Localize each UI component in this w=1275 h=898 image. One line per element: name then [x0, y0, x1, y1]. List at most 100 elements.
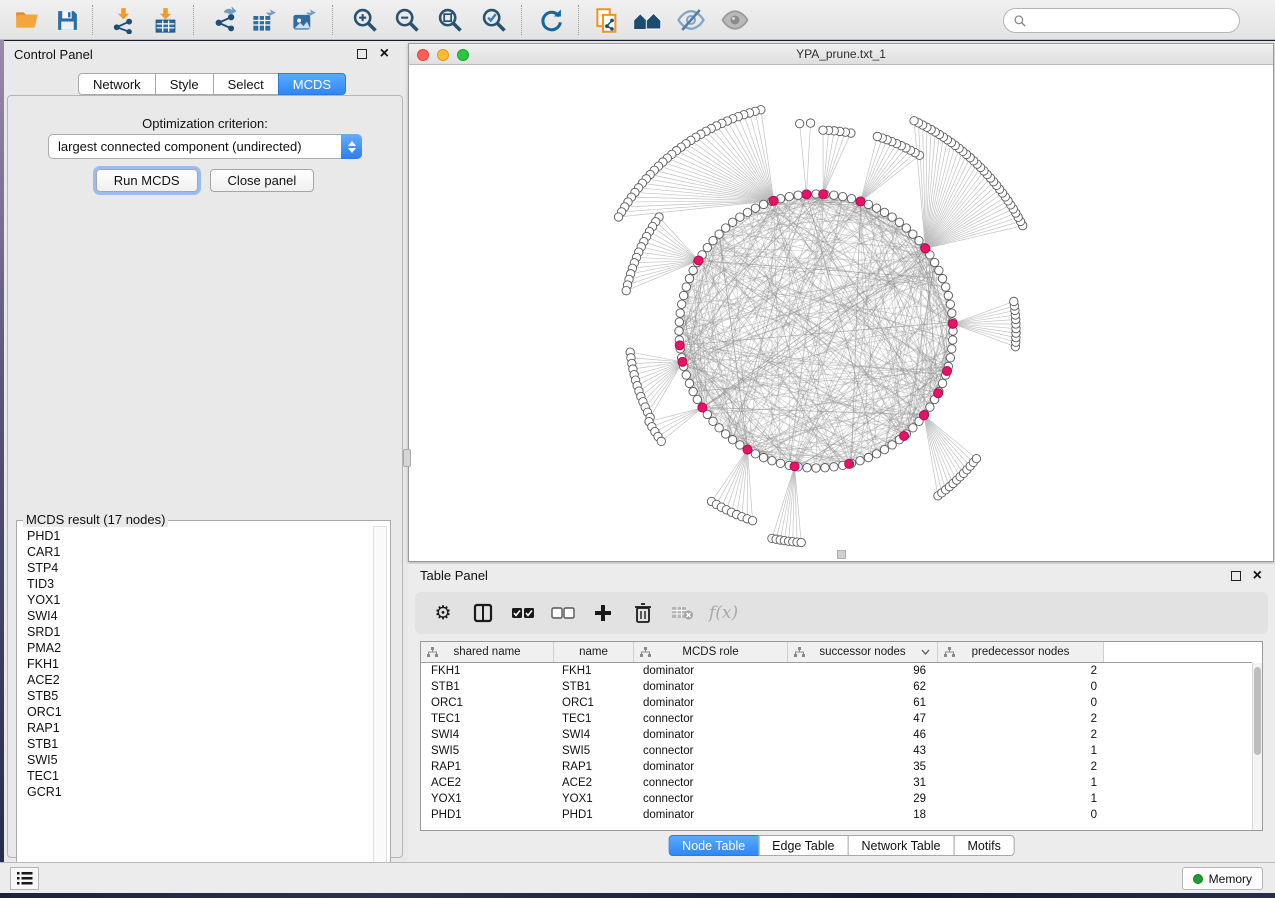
table-scrollbar[interactable] — [1252, 663, 1262, 830]
table-row[interactable]: FKH1FKH1dominator962 — [421, 663, 1252, 679]
export-network-button[interactable] — [206, 3, 244, 37]
task-history-button[interactable] — [10, 867, 39, 890]
mcds-result-item[interactable]: CAR1 — [18, 544, 373, 560]
mcds-result-item[interactable]: STB5 — [18, 688, 373, 704]
show-columns-button[interactable] — [465, 596, 501, 630]
column-header-shared-name[interactable]: shared name — [421, 642, 554, 662]
export-table-button[interactable] — [244, 3, 282, 37]
search-input[interactable] — [1027, 11, 1239, 31]
table-row[interactable]: SWI4SWI4dominator462 — [421, 727, 1252, 743]
column-header-name[interactable]: name — [554, 642, 634, 662]
mcds-result-item[interactable]: PHD1 — [18, 528, 373, 544]
unselect-all-columns-button[interactable] — [545, 596, 581, 630]
dropdown-stepper-icon — [341, 134, 362, 159]
table-panel-title: Table Panel — [408, 568, 488, 583]
mcds-result-item[interactable]: FKH1 — [18, 656, 373, 672]
tab-motifs[interactable]: Motifs — [953, 835, 1014, 856]
hide-selected-button[interactable] — [672, 3, 710, 37]
mcds-result-item[interactable]: SWI5 — [18, 752, 373, 768]
close-panel-icon[interactable]: × — [1253, 566, 1262, 586]
network-window-titlebar[interactable]: YPA_prune.txt_1 — [409, 44, 1273, 65]
first-neighbors-button[interactable] — [628, 3, 666, 37]
table-row[interactable]: TEC1TEC1connector472 — [421, 711, 1252, 727]
mcds-result-item[interactable]: RAP1 — [18, 720, 373, 736]
horizontal-splitter-grip[interactable] — [837, 550, 846, 559]
toolbar-separator — [521, 5, 522, 35]
vertical-splitter-grip[interactable] — [403, 449, 411, 467]
tab-mcds[interactable]: MCDS — [278, 73, 346, 95]
mcds-result-item[interactable]: YOX1 — [18, 592, 373, 608]
table-cell: TEC1 — [554, 711, 634, 727]
table-scrollbar-thumb[interactable] — [1254, 667, 1261, 755]
zoom-selected-button[interactable] — [475, 3, 513, 37]
mcds-result-item[interactable]: ORC1 — [18, 704, 373, 720]
node-table: shared name name MCDS role successor nod… — [420, 641, 1263, 831]
delete-column-button[interactable] — [625, 596, 661, 630]
mcds-result-item[interactable]: TID3 — [18, 576, 373, 592]
table-cell: SWI4 — [421, 727, 554, 743]
mcds-result-item[interactable]: TEC1 — [18, 768, 373, 784]
show-all-button[interactable] — [716, 3, 754, 37]
mcds-result-item[interactable]: GCR1 — [18, 784, 373, 800]
column-header-successor-nodes[interactable]: successor nodes — [788, 642, 938, 662]
table-cell: 46 — [788, 727, 938, 743]
create-column-button[interactable] — [585, 596, 621, 630]
save-session-button[interactable] — [48, 3, 86, 37]
mcds-result-list[interactable]: PHD1CAR1STP4TID3YOX1SWI4SRD1PMA2FKH1ACE2… — [18, 528, 373, 878]
table-row[interactable]: PHD1PHD1dominator180 — [421, 807, 1252, 823]
table-cell: 96 — [788, 663, 938, 679]
table-cell: 35 — [788, 759, 938, 775]
table-cell: 1 — [938, 775, 1104, 791]
right-column: YPA_prune.txt_1 Table Panel × ⚙ — [407, 41, 1275, 862]
optimization-criterion-label: Optimization criterion: — [8, 116, 402, 131]
import-table-button[interactable] — [146, 3, 184, 37]
table-row[interactable]: STB1STB1dominator620 — [421, 679, 1252, 695]
run-mcds-button[interactable]: Run MCDS — [96, 169, 198, 192]
tab-edge-table[interactable]: Edge Table — [758, 835, 848, 856]
mcds-result-item[interactable]: STP4 — [18, 560, 373, 576]
mcds-result-item[interactable]: SWI4 — [18, 608, 373, 624]
table-row[interactable]: YOX1YOX1connector291 — [421, 791, 1252, 807]
zoom-out-button[interactable] — [388, 3, 426, 37]
tab-select[interactable]: Select — [213, 73, 279, 95]
checked-boxes-icon — [511, 606, 535, 620]
import-network-button[interactable] — [104, 3, 142, 37]
column-header-mcds-role[interactable]: MCDS role — [634, 642, 788, 662]
column-header-predecessor-nodes[interactable]: predecessor nodes — [938, 642, 1104, 662]
trash-icon — [633, 602, 653, 624]
float-panel-icon[interactable] — [1231, 571, 1241, 581]
table-cell: 29 — [788, 791, 938, 807]
criterion-dropdown[interactable]: largest connected component (undirected) — [48, 134, 362, 159]
mcds-result-item[interactable]: STB1 — [18, 736, 373, 752]
tab-style[interactable]: Style — [155, 73, 214, 95]
select-all-columns-button[interactable] — [505, 596, 541, 630]
tab-network-table[interactable]: Network Table — [848, 835, 955, 856]
mcds-result-item[interactable]: ACE2 — [18, 672, 373, 688]
network-canvas[interactable] — [409, 65, 1273, 561]
export-image-button[interactable] — [284, 3, 322, 37]
table-row[interactable]: SWI5SWI5connector431 — [421, 743, 1252, 759]
zoom-in-button[interactable] — [346, 3, 384, 37]
mcds-result-item[interactable]: SRD1 — [18, 624, 373, 640]
table-settings-button[interactable]: ⚙ — [425, 596, 461, 630]
refresh-layout-button[interactable] — [532, 3, 570, 37]
network-window-title: YPA_prune.txt_1 — [409, 47, 1273, 61]
table-row[interactable]: ORC1ORC1dominator610 — [421, 695, 1252, 711]
tab-node-table[interactable]: Node Table — [668, 835, 759, 856]
mcds-result-item[interactable]: PMA2 — [18, 640, 373, 656]
duplicate-network-button[interactable] — [588, 3, 626, 37]
open-file-button[interactable] — [8, 3, 46, 37]
table-row[interactable]: ACE2ACE2connector311 — [421, 775, 1252, 791]
zoom-fit-button[interactable] — [431, 3, 469, 37]
close-panel-button[interactable]: Close panel — [210, 169, 315, 192]
network-graph[interactable] — [409, 65, 1273, 561]
table-cell: YOX1 — [554, 791, 634, 807]
close-panel-icon[interactable]: × — [380, 44, 389, 64]
memory-button[interactable]: Memory — [1182, 867, 1263, 890]
table-row[interactable]: RAP1RAP1dominator352 — [421, 759, 1252, 775]
mcds-result-scrollbar[interactable] — [373, 526, 387, 880]
eye-icon — [720, 5, 750, 35]
float-panel-icon[interactable] — [357, 49, 367, 59]
tab-network[interactable]: Network — [78, 73, 156, 95]
search-box[interactable] — [1003, 8, 1240, 33]
